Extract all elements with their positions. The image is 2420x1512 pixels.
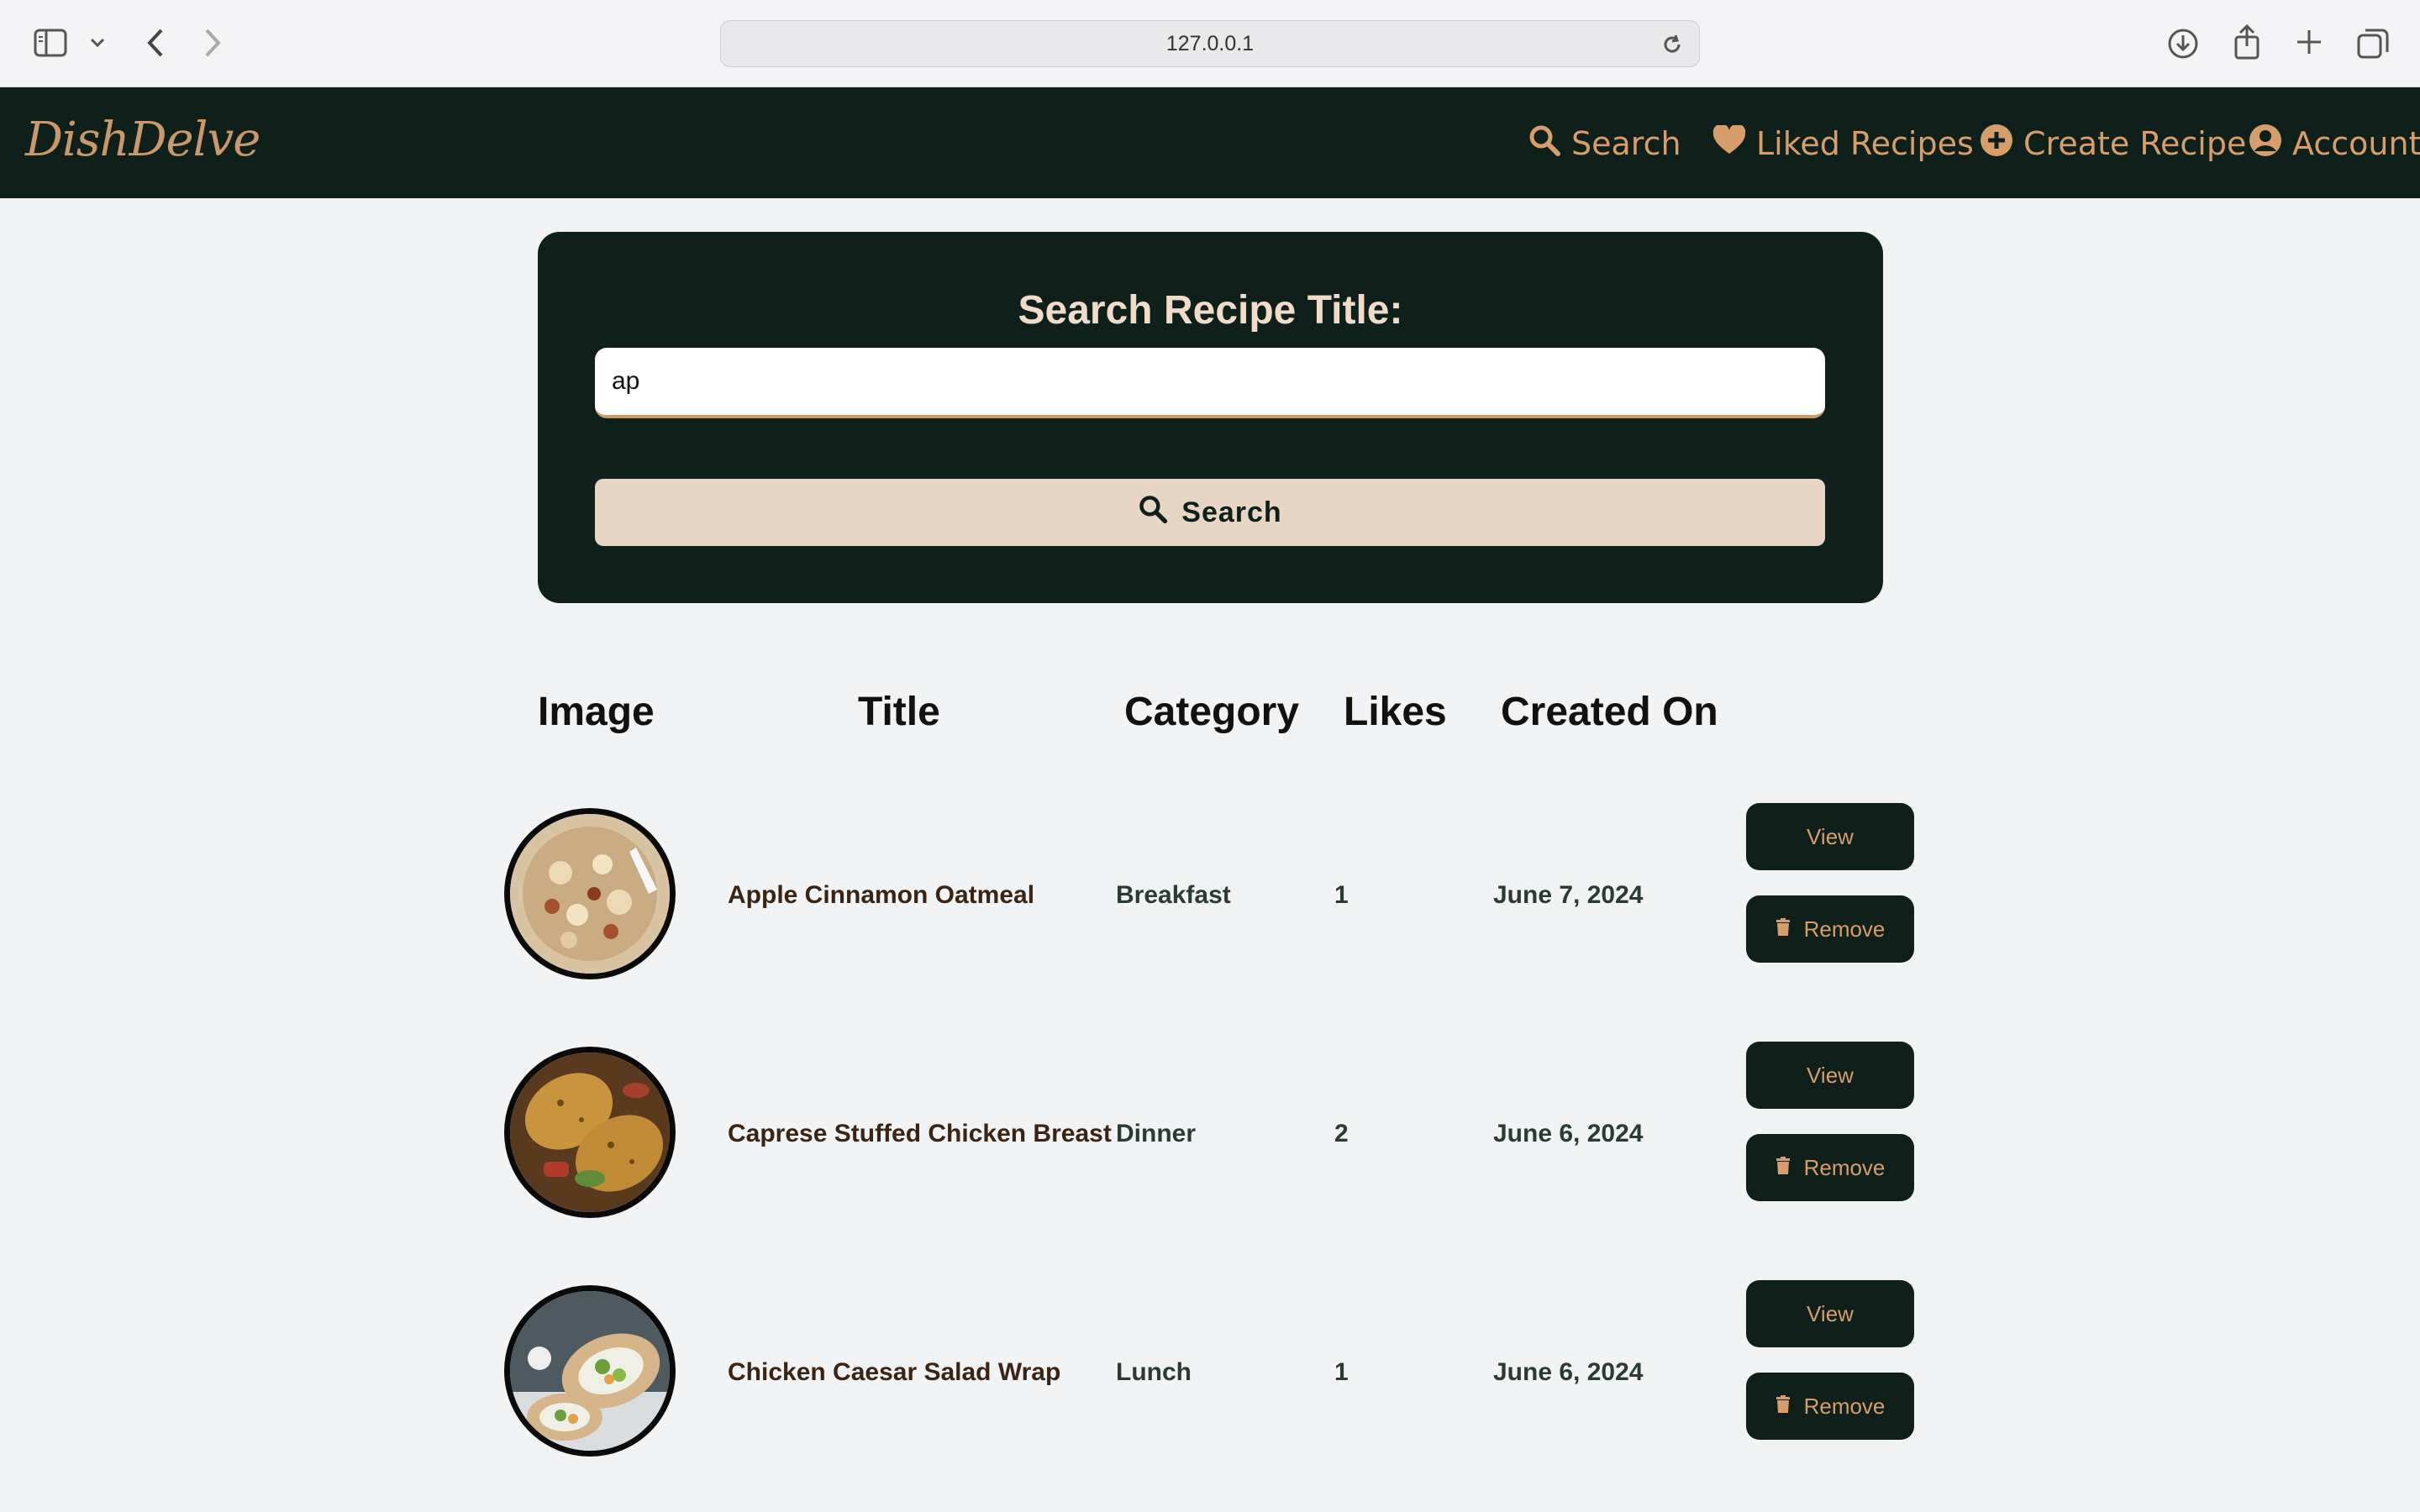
- reload-icon[interactable]: [1660, 33, 1684, 62]
- sidebar-toggle-icon[interactable]: [34, 29, 67, 61]
- remove-button[interactable]: Remove: [1746, 895, 1914, 963]
- search-input[interactable]: [595, 348, 1825, 418]
- view-button-label: View: [1807, 1300, 1854, 1326]
- nav-search[interactable]: Search: [1528, 123, 1681, 165]
- share-icon[interactable]: [2232, 24, 2262, 65]
- view-button-label: View: [1807, 823, 1854, 849]
- nav-create-label: Create Recipe: [2023, 125, 2247, 162]
- tab-overview-icon[interactable]: [2356, 27, 2390, 65]
- search-icon: [1138, 494, 1168, 532]
- view-button[interactable]: View: [1746, 1280, 1914, 1347]
- nav-search-label: Search: [1571, 125, 1681, 162]
- search-icon: [1528, 123, 1561, 165]
- browser-toolbar: 127.0.0.1: [0, 0, 2420, 87]
- view-button-label: View: [1807, 1062, 1854, 1088]
- table-row: Caprese Stuffed Chicken Breast Dinner 2 …: [0, 1042, 2420, 1221]
- user-circle-icon: [2249, 123, 2282, 165]
- site-navbar: DishDelve Search Liked Recipes Create Re…: [0, 87, 2420, 198]
- recipe-category: Dinner: [1116, 1120, 1197, 1147]
- forward-icon[interactable]: [203, 27, 224, 63]
- recipe-created: June 6, 2024: [1493, 1358, 1644, 1386]
- header-image: Image: [538, 690, 655, 734]
- downloads-icon[interactable]: [2166, 27, 2200, 65]
- oatmeal-photo-icon: [510, 814, 670, 974]
- wrap-photo-icon: [510, 1291, 670, 1451]
- search-button[interactable]: Search: [595, 479, 1825, 546]
- header-title: Title: [858, 690, 940, 734]
- plus-circle-icon: [1980, 123, 2013, 165]
- trash-icon: [1776, 916, 1791, 942]
- recipe-title: Caprese Stuffed Chicken Breast: [728, 1120, 1112, 1147]
- url-text: 127.0.0.1: [1165, 31, 1255, 55]
- trash-icon: [1776, 1155, 1791, 1181]
- nav-account-label: Account: [2292, 125, 2420, 162]
- search-panel: Search Recipe Title: Search: [538, 232, 1883, 603]
- nav-liked-recipes[interactable]: Liked Recipes: [1712, 123, 1974, 165]
- nav-liked-label: Liked Recipes: [1756, 125, 1974, 162]
- table-row: Chicken Caesar Salad Wrap Lunch 1 June 6…: [0, 1280, 2420, 1460]
- header-likes: Likes: [1344, 690, 1447, 734]
- remove-button-label: Remove: [1803, 1154, 1886, 1180]
- recipe-likes: 1: [1334, 881, 1349, 909]
- header-created: Created On: [1501, 690, 1718, 734]
- chicken-photo-icon: [510, 1053, 670, 1212]
- address-bar[interactable]: 127.0.0.1: [720, 20, 1700, 67]
- nav-account[interactable]: Account: [2249, 123, 2420, 165]
- view-button[interactable]: View: [1746, 1042, 1914, 1109]
- recipe-category: Breakfast: [1116, 881, 1231, 909]
- recipe-title: Chicken Caesar Salad Wrap: [728, 1358, 1061, 1386]
- search-button-label: Search: [1181, 496, 1282, 528]
- nav-create-recipe[interactable]: Create Recipe: [1980, 123, 2246, 165]
- trash-icon: [1776, 1394, 1791, 1420]
- recipe-created: June 6, 2024: [1493, 1120, 1644, 1147]
- site-logo[interactable]: DishDelve: [25, 113, 260, 167]
- remove-button-label: Remove: [1803, 916, 1886, 942]
- header-category: Category: [1124, 690, 1300, 734]
- recipe-image: [504, 808, 676, 979]
- recipe-likes: 1: [1334, 1358, 1349, 1386]
- chevron-down-icon[interactable]: [89, 37, 106, 53]
- table-row: Apple Cinnamon Oatmeal Breakfast 1 June …: [0, 803, 2420, 983]
- back-icon[interactable]: [145, 27, 165, 63]
- recipe-created: June 7, 2024: [1493, 881, 1644, 909]
- view-button[interactable]: View: [1746, 803, 1914, 870]
- recipe-category: Lunch: [1116, 1358, 1192, 1386]
- recipe-image: [504, 1285, 676, 1457]
- search-title: Search Recipe Title:: [1018, 288, 1403, 333]
- recipe-image: [504, 1047, 676, 1218]
- new-tab-icon[interactable]: [2294, 27, 2324, 61]
- remove-button-label: Remove: [1803, 1393, 1886, 1419]
- remove-button[interactable]: Remove: [1746, 1134, 1914, 1201]
- remove-button[interactable]: Remove: [1746, 1373, 1914, 1440]
- recipe-title: Apple Cinnamon Oatmeal: [728, 881, 1035, 909]
- heart-icon: [1712, 123, 1746, 163]
- recipe-likes: 2: [1334, 1120, 1349, 1147]
